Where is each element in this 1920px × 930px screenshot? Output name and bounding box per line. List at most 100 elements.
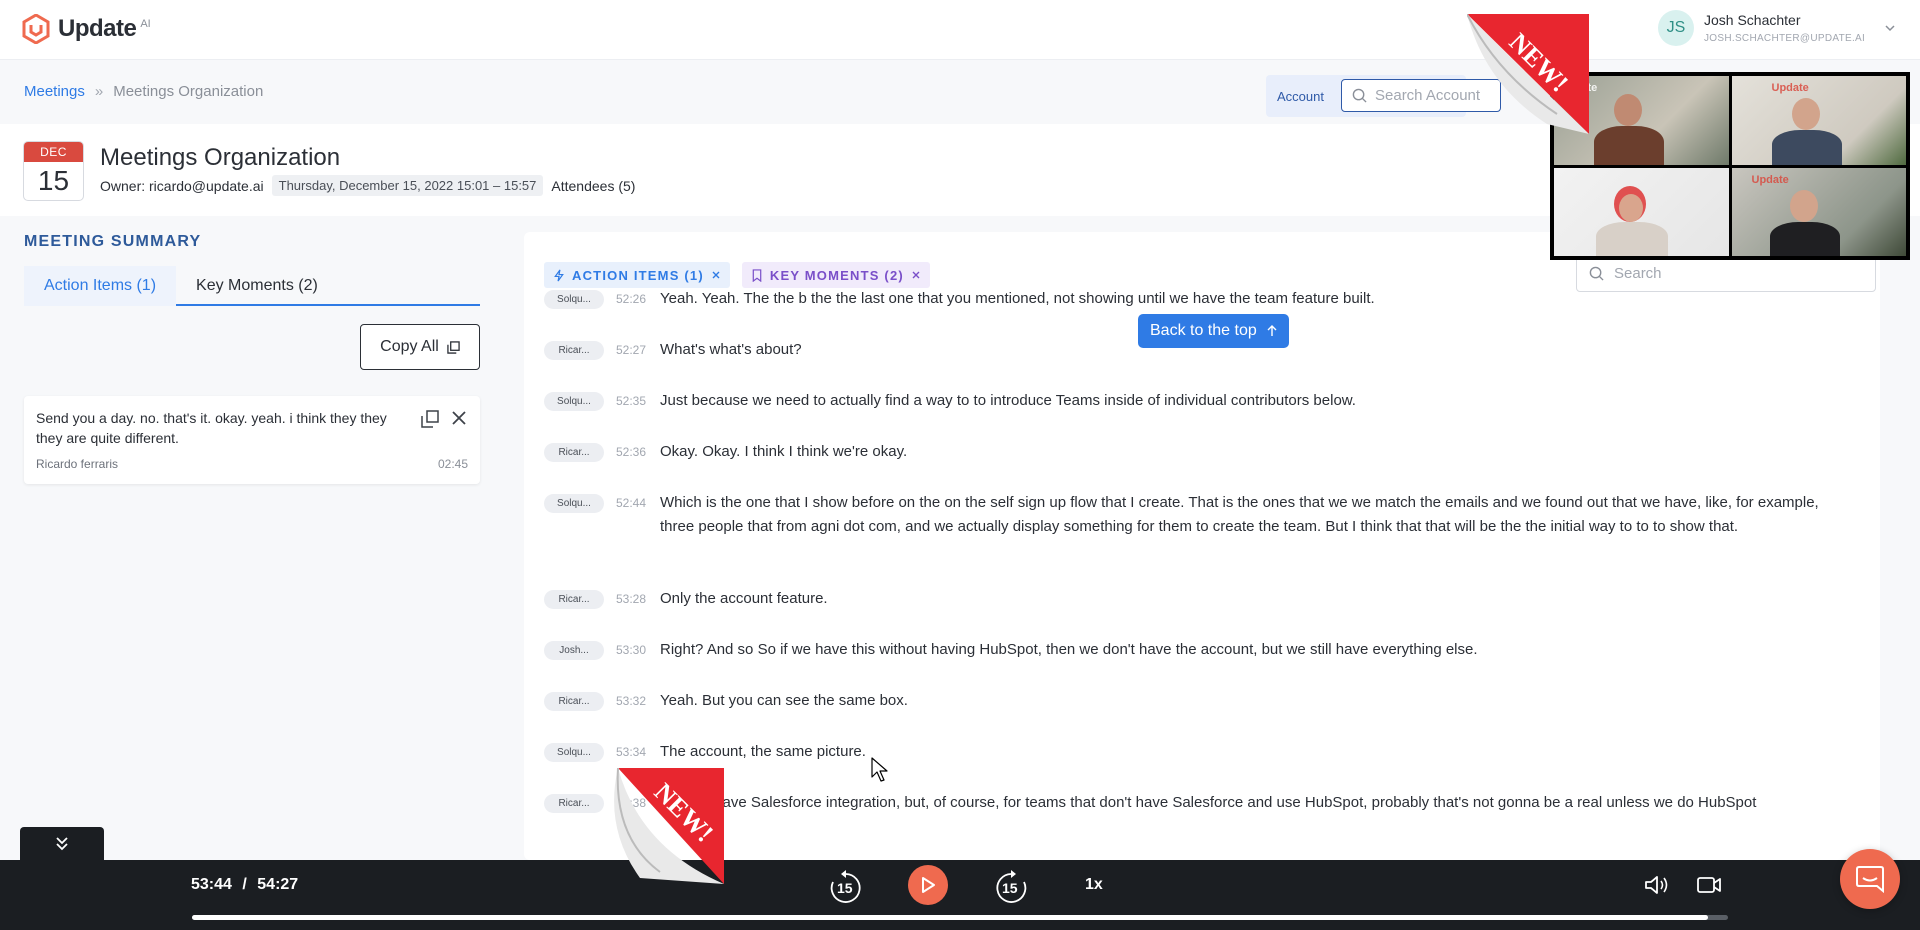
copy-all-label: Copy All [380, 338, 439, 355]
row-text: The account, the same picture. [660, 743, 866, 760]
user-name: Josh Schachter [1704, 12, 1801, 28]
summary-title: MEETING SUMMARY [24, 233, 202, 250]
row-text: And we have Salesforce integration, but,… [660, 794, 1757, 811]
speaker-chip: Ricar... [544, 443, 604, 462]
breadcrumb: Meetings » Meetings Organization [24, 83, 263, 100]
chat-support-button[interactable] [1840, 849, 1900, 909]
action-item-text: Send you a day. no. that's it. okay. yea… [36, 410, 387, 446]
transcript-row: Ricar... 53:38 And we have Salesforce in… [544, 794, 1830, 815]
tab-action-items[interactable]: Action Items (1) [24, 266, 177, 306]
copy-all-button[interactable]: Copy All [360, 324, 480, 370]
transcript-row: Ricar... 53:32 Yeah. But you can see the… [544, 692, 1830, 713]
account-label: Account [1277, 88, 1324, 104]
filter-key-moments[interactable]: KEY MOMENTS (2) [741, 262, 930, 288]
playback-progress-bar[interactable] [192, 915, 1728, 920]
time-separator: / [242, 876, 247, 893]
skip-back-button[interactable]: 15 [826, 868, 866, 908]
participant-background-logo: Update [1771, 82, 1809, 94]
transcript-row: Solqu... 53:34 The account, the same pic… [544, 743, 1830, 764]
row-timestamp[interactable]: 52:26 [616, 292, 660, 306]
speaker-chip: Solqu... [544, 392, 604, 411]
close-icon[interactable] [450, 409, 468, 427]
speaker-chip: Solqu... [544, 743, 604, 762]
total-time: 54:27 [257, 876, 299, 893]
back-to-top-label: Back to the top [1150, 322, 1257, 339]
arrow-up-icon [1267, 325, 1277, 336]
chevron-down-icon[interactable] [1884, 22, 1896, 34]
avatar: JS [1658, 10, 1694, 46]
row-text: Only the account feature. [660, 590, 828, 607]
back-to-top-button[interactable]: Back to the top [1138, 314, 1289, 348]
speaker-chip: Josh... [544, 641, 604, 660]
bolt-icon [554, 269, 564, 281]
row-timestamp[interactable]: 52:27 [616, 343, 660, 357]
account-search-placeholder: Search Account [1375, 87, 1481, 104]
media-player: 53:44 / 54:27 15 15 1x [0, 860, 1920, 930]
current-time: 53:44 [191, 876, 232, 893]
speaker-chip: Solqu... [544, 290, 604, 309]
row-timestamp[interactable]: 53:32 [616, 694, 660, 708]
meeting-owner: Owner: ricardo@update.ai [100, 177, 264, 194]
playback-speed-button[interactable]: 1x [1085, 876, 1103, 894]
row-text: Which is the one that I show before on t… [660, 494, 1819, 535]
row-timestamp[interactable]: 52:35 [616, 394, 660, 408]
chat-icon [1856, 866, 1884, 893]
row-timestamp[interactable]: 52:44 [616, 496, 660, 510]
action-item-time[interactable]: 02:45 [438, 457, 468, 471]
app-logo[interactable]: Update AI [22, 14, 151, 44]
top-bar: Update AI JS Josh Schachter JOSH.SCHACHT… [0, 0, 1920, 60]
close-icon[interactable] [912, 271, 920, 279]
row-timestamp[interactable]: 53:34 [616, 745, 660, 759]
speaker-chip: Ricar... [544, 794, 604, 813]
row-text: Yeah. Yeah. The the b the the last one t… [660, 290, 1375, 307]
search-icon [1589, 266, 1604, 281]
speaker-chip: Ricar... [544, 341, 604, 360]
participant-video-tile: Update [1731, 76, 1906, 165]
play-icon [922, 877, 935, 893]
close-icon[interactable] [712, 271, 720, 279]
player-time: 53:44 / 54:27 [191, 876, 298, 894]
meeting-meta: Owner: ricardo@update.ai Thursday, Decem… [100, 175, 635, 196]
transcript-filters: ACTION ITEMS (1) KEY MOMENTS (2) [544, 262, 930, 288]
skip-forward-button[interactable]: 15 [991, 868, 1031, 908]
calendar-date-badge: DEC 15 [23, 141, 84, 201]
bookmark-icon [752, 268, 762, 282]
logo-text: Update [58, 15, 137, 42]
meeting-video-feed[interactable]: Update Update Update [1550, 72, 1910, 260]
attendees-link[interactable]: Attendees (5) [551, 178, 635, 194]
transcript-row: Ricar... 52:36 Okay. Okay. I think I thi… [544, 443, 1830, 464]
play-button[interactable] [908, 865, 948, 905]
user-menu[interactable]: JS Josh Schachter JOSH.SCHACHTER@UPDATE.… [1658, 10, 1895, 46]
calendar-day: 15 [37, 165, 70, 196]
participant-video-tile [1554, 167, 1729, 256]
row-timestamp[interactable]: 53:28 [616, 592, 660, 606]
meeting-datetime: Thursday, December 15, 2022 15:01 – 15:5… [271, 175, 544, 196]
speaker-chip: Ricar... [544, 692, 604, 711]
speaker-chip: Ricar... [544, 590, 604, 609]
calendar-month: DEC [24, 142, 83, 162]
search-icon [1352, 88, 1367, 103]
row-text: Just because we need to actually find a … [660, 392, 1356, 409]
transcript-row: Solqu... 52:26 Yeah. Yeah. The the b the… [544, 290, 1830, 311]
filter-action-items[interactable]: ACTION ITEMS (1) [544, 262, 730, 288]
row-text: Right? And so So if we have this without… [660, 641, 1478, 658]
update-logo-icon [22, 14, 50, 44]
row-timestamp[interactable]: 52:36 [616, 445, 660, 459]
transcript-row: Ricar... 53:28 Only the account feature. [544, 590, 1830, 611]
breadcrumb-current: Meetings Organization [113, 83, 264, 100]
transcript-row: Solqu... 52:35 Just because we need to a… [544, 392, 1830, 413]
transcript-search-placeholder: Search [1614, 264, 1662, 282]
row-timestamp[interactable]: 53:30 [616, 643, 660, 657]
skip-back-seconds: 15 [837, 880, 853, 896]
collapse-panel-button[interactable] [20, 827, 104, 861]
action-item-author: Ricardo ferraris [36, 457, 119, 471]
breadcrumb-meetings-link[interactable]: Meetings [24, 83, 85, 100]
video-camera-icon[interactable] [1696, 874, 1722, 896]
filter-action-items-label: ACTION ITEMS (1) [572, 267, 704, 283]
page-title: Meetings Organization [100, 144, 341, 171]
participant-background-logo: Update [1751, 173, 1789, 186]
volume-icon[interactable] [1644, 874, 1670, 896]
tab-key-moments[interactable]: Key Moments (2) [176, 266, 338, 306]
copy-icon[interactable] [421, 410, 439, 428]
action-item-card: Send you a day. no. that's it. okay. yea… [24, 396, 480, 484]
